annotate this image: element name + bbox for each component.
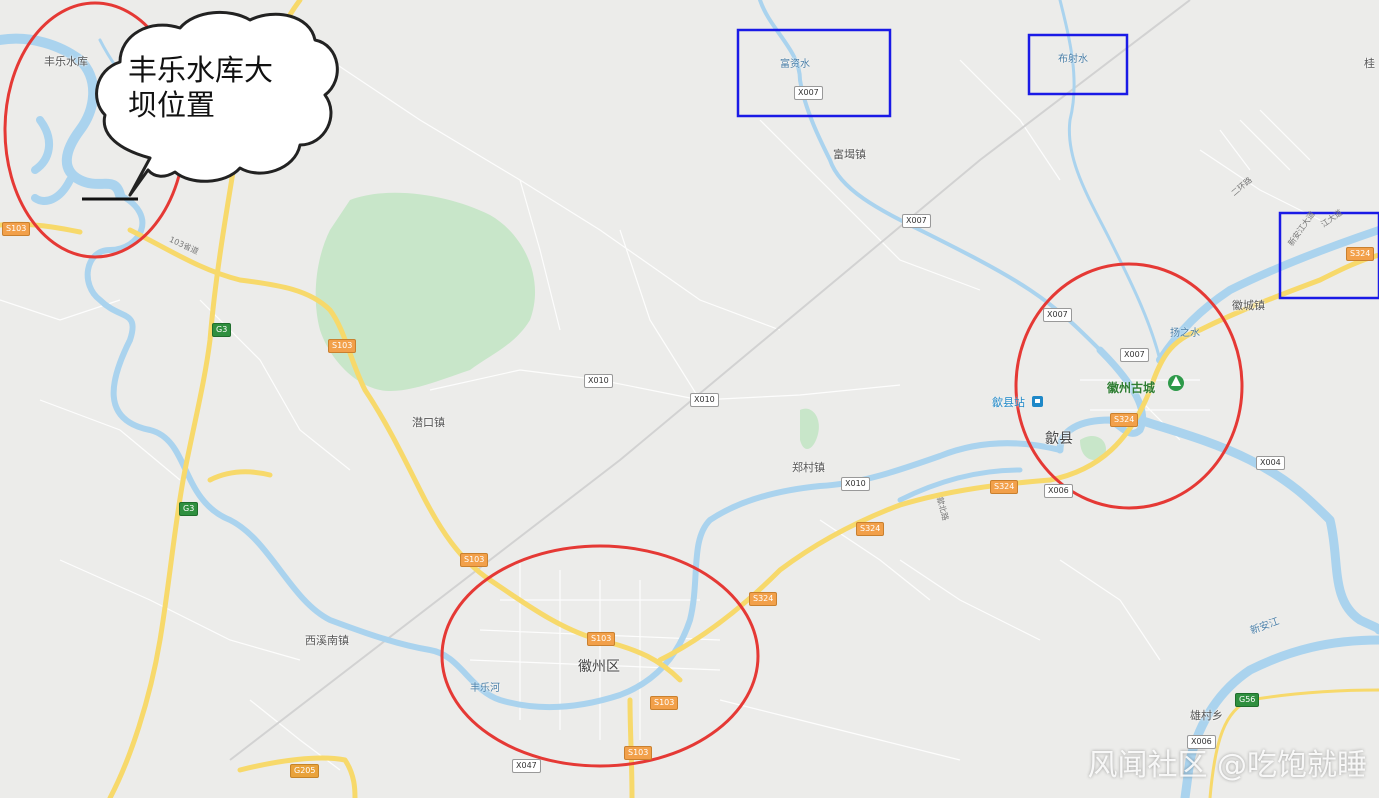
shield-g205: G205: [290, 764, 320, 778]
label-fengle-reservoir[interactable]: 丰乐水库: [44, 56, 88, 67]
shield-s324: S324: [990, 480, 1019, 494]
label-xiongcun-town[interactable]: 雄村乡: [1190, 710, 1223, 721]
blue-annotations: [736, 28, 1379, 300]
shield-s103: S103: [587, 632, 616, 646]
shield-x007: X007: [1043, 308, 1072, 322]
shield-s324: S324: [856, 522, 885, 536]
callout-text: 丰乐水库大 坝位置: [128, 53, 308, 123]
shield-x010: X010: [841, 477, 870, 491]
shield-s324: S324: [1346, 247, 1375, 261]
forest-park: [315, 192, 536, 391]
label-fuzi-water[interactable]: 富资水: [780, 60, 810, 70]
shield-g3: G3: [179, 502, 199, 516]
shield-x004: X004: [1256, 456, 1285, 470]
train-icon: [1032, 396, 1043, 407]
callout-line2: 坝位置: [128, 87, 216, 122]
shield-s324: S324: [1110, 413, 1139, 427]
shield-s103: S103: [460, 553, 489, 567]
label-yangzhi-water[interactable]: 扬之水: [1170, 329, 1200, 339]
label-qiankou-town[interactable]: 潜口镇: [412, 417, 445, 428]
label-fengle-river[interactable]: 丰乐河: [470, 684, 500, 694]
label-futi-town[interactable]: 富堨镇: [833, 149, 866, 160]
shield-s103: S103: [650, 696, 679, 710]
label-huicheng-town[interactable]: 徽城镇: [1232, 300, 1265, 311]
shield-x010: X010: [584, 374, 613, 388]
label-bushe-water[interactable]: 布射水: [1058, 55, 1088, 65]
shield-x006: X006: [1044, 484, 1073, 498]
shield-s103: S103: [328, 339, 357, 353]
shield-x047: X047: [512, 759, 541, 773]
small-park: [800, 408, 819, 449]
shield-g56: G56: [1235, 693, 1260, 707]
watermark: 风闻社区 @吃饱就睡: [1087, 748, 1367, 783]
tree-icon: [1168, 375, 1184, 391]
shield-s103: S103: [624, 746, 653, 760]
label-gui[interactable]: 桂: [1364, 58, 1375, 69]
callout-line1: 丰乐水库大: [128, 53, 274, 87]
label-zhengcun-town[interactable]: 郑村镇: [792, 462, 825, 473]
shield-x007: X007: [1120, 348, 1149, 362]
label-huizhou-ancient-city[interactable]: 徽州古城: [1107, 382, 1155, 394]
shield-s324: S324: [749, 592, 778, 606]
label-shexian[interactable]: 歙县: [1045, 432, 1073, 446]
map-canvas[interactable]: 丰乐水库大 坝位置 丰乐水库 富资水 布射水 富堨镇 潜口镇 郑村镇 徽州区 丰…: [0, 0, 1379, 798]
shield-s103: S103: [2, 222, 31, 236]
label-huizhou-district[interactable]: 徽州区: [578, 660, 620, 674]
blue-box-fuzi: [736, 28, 892, 118]
shield-x007: X007: [794, 86, 823, 100]
label-xixinan-town[interactable]: 西溪南镇: [305, 635, 349, 646]
label-shexian-station[interactable]: 歙县站: [992, 397, 1025, 408]
shield-x007: X007: [902, 214, 931, 228]
shield-x010: X010: [690, 393, 719, 407]
shield-g3: G3: [212, 323, 232, 337]
